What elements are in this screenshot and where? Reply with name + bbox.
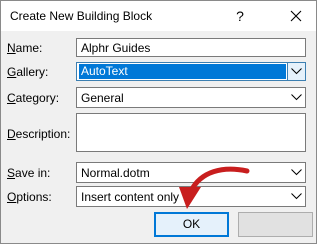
options-label: Options: — [7, 190, 52, 204]
save-in-dropdown-arrow[interactable] — [288, 164, 305, 181]
name-label: Name: — [7, 41, 43, 55]
create-building-block-dialog: Create New Building Block ? Name: Alphr … — [0, 0, 317, 244]
options-dropdown[interactable]: Insert content only — [76, 186, 306, 207]
gallery-dropdown[interactable]: AutoText — [76, 62, 306, 81]
help-icon: ? — [236, 8, 244, 24]
chevron-down-icon — [291, 193, 302, 200]
gallery-value: AutoText — [81, 64, 128, 78]
ok-button[interactable]: OK — [154, 212, 229, 237]
close-icon — [290, 10, 302, 22]
description-input[interactable] — [76, 113, 306, 152]
chevron-down-icon — [291, 94, 302, 101]
gallery-dropdown-arrow[interactable] — [287, 63, 305, 80]
category-dropdown-arrow[interactable] — [288, 89, 305, 106]
dialog-title: Create New Building Block — [10, 9, 153, 23]
category-label: Category: — [7, 91, 60, 105]
help-button[interactable]: ? — [223, 2, 257, 30]
title-bar: Create New Building Block ? — [1, 1, 316, 31]
category-dropdown[interactable]: General — [76, 87, 306, 108]
name-input[interactable]: Alphr Guides — [76, 38, 306, 57]
options-value: Insert content only — [81, 190, 180, 204]
chevron-down-icon — [291, 68, 302, 75]
cancel-button[interactable] — [238, 212, 313, 237]
name-value: Alphr Guides — [81, 41, 151, 55]
chevron-down-icon — [291, 169, 302, 176]
description-label: Description: — [7, 127, 71, 141]
close-button[interactable] — [279, 2, 313, 30]
options-dropdown-arrow[interactable] — [288, 188, 305, 205]
save-in-value: Normal.dotm — [81, 166, 150, 180]
save-in-dropdown[interactable]: Normal.dotm — [76, 162, 306, 183]
category-value: General — [81, 91, 124, 105]
gallery-label: Gallery: — [7, 65, 49, 79]
save-in-label: Save in: — [7, 166, 51, 180]
